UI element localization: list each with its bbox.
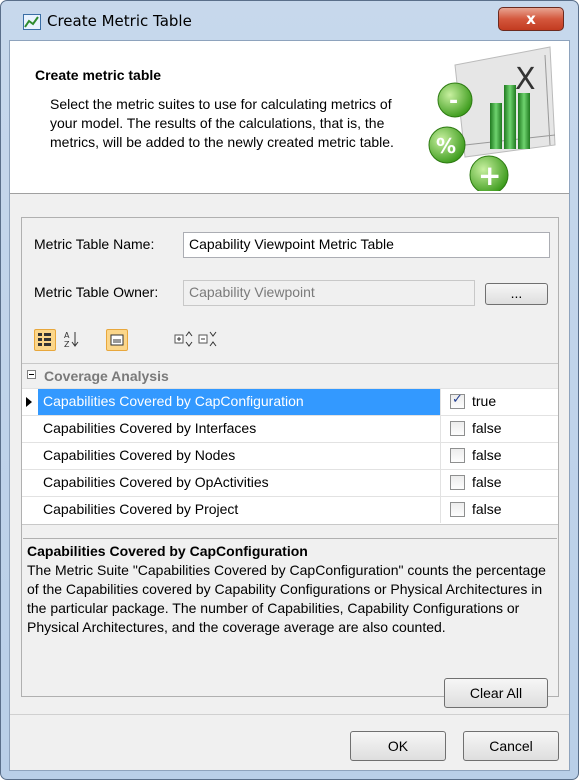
metric-table-name-input[interactable]: Capability Viewpoint Metric Table [183,232,550,258]
cancel-button[interactable]: Cancel [463,731,559,761]
category-label: Coverage Analysis [44,368,169,384]
metric-suite-value: false [472,501,502,517]
graphic-minus-glyph: - [449,89,458,114]
window-title: Create Metric Table [47,12,192,30]
graphic-percent-glyph: % [436,134,456,158]
table-row[interactable]: Capabilities Covered by CapConfiguration… [22,388,558,415]
graphic-x-glyph: X [515,62,536,97]
collapse-all-button[interactable] [198,329,220,351]
metric-suite-value: true [472,393,497,409]
metrics-graphic-icon: X - % + [428,46,556,191]
expand-all-button[interactable] [174,329,196,351]
header-banner: Create metric table Select the metric su… [10,41,569,194]
metric-suite-value: false [472,447,502,463]
dialog-body: Create metric table Select the metric su… [9,40,570,771]
show-description-button[interactable] [106,329,128,351]
category-row[interactable]: Coverage Analysis [22,364,558,388]
metric-table-form: Metric Table Name: Capability Viewpoint … [21,217,559,697]
metric-suite-name: Capabilities Covered by Project [38,497,441,523]
show-description-icon [110,334,124,346]
categorized-view-icon [38,333,51,346]
metric-suite-name: Capabilities Covered by Nodes [38,443,441,469]
metric-suite-checkbox[interactable] [450,448,465,463]
table-row[interactable]: Capabilities Covered by Nodes false [22,442,558,469]
table-row[interactable]: Capabilities Covered by Project false [22,496,558,523]
description-title: Capabilities Covered by CapConfiguration [27,543,308,559]
metric-suite-name: Capabilities Covered by CapConfiguration [38,389,441,415]
metric-suites-grid: Coverage Analysis Capabilities Covered b… [22,363,558,525]
expand-all-icon [174,331,193,347]
metric-table-owner-input: Capability Viewpoint [183,280,475,306]
graphic-plus-glyph: + [478,159,501,191]
name-label: Metric Table Name: [34,236,155,252]
dialog-window: Create Metric Table x Create metric tabl… [0,0,579,780]
metric-suite-value: false [472,474,502,490]
metric-suite-checkbox[interactable] [450,502,465,517]
current-row-arrow-icon [26,397,32,407]
clear-all-button[interactable]: Clear All [444,678,548,708]
categorized-view-button[interactable] [34,329,56,351]
metric-suite-checkbox[interactable] [450,475,465,490]
owner-label: Metric Table Owner: [34,284,159,300]
sort-alphabetically-button[interactable]: A Z [62,329,84,351]
metric-suite-checkbox[interactable] [450,421,465,436]
svg-text:A: A [64,331,70,340]
footer-divider [10,714,569,715]
metric-suite-name: Capabilities Covered by Interfaces [38,416,441,442]
app-icon [23,14,41,30]
collapse-all-icon [198,331,217,347]
browse-owner-button[interactable]: ... [485,283,548,305]
table-row[interactable]: Capabilities Covered by OpActivities fal… [22,469,558,496]
close-button[interactable]: x [498,7,564,31]
table-row[interactable]: Capabilities Covered by Interfaces false [22,415,558,442]
collapse-category-icon[interactable] [27,370,36,379]
metric-suite-value: false [472,420,502,436]
ok-button[interactable]: OK [350,731,446,761]
banner-description: Select the metric suites to use for calc… [50,96,394,150]
banner-title: Create metric table [35,67,162,83]
svg-text:Z: Z [64,340,70,349]
description-panel: Capabilities Covered by CapConfiguration… [23,538,557,664]
metric-suite-checkbox[interactable] [450,392,465,409]
sort-alphabetically-icon: A Z [64,331,79,349]
description-text: The Metric Suite "Capabilities Covered b… [27,562,546,635]
title-bar[interactable]: Create Metric Table x [1,1,578,41]
metric-suite-name: Capabilities Covered by OpActivities [38,470,441,496]
